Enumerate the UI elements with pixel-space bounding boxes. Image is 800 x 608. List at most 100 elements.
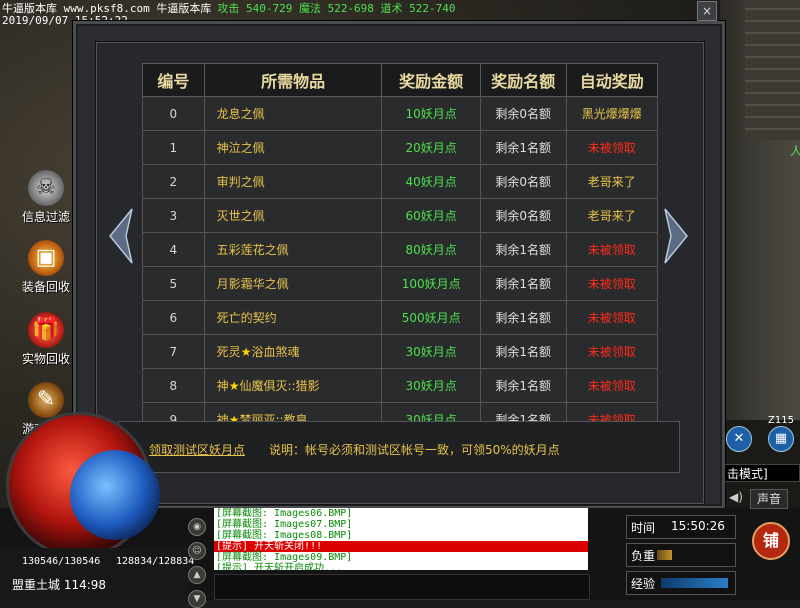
- chevron-left-icon: [109, 208, 133, 264]
- time-box: 时间 15:50:26: [626, 515, 736, 539]
- star-icon: ★: [240, 345, 252, 359]
- time-label: 时间: [631, 521, 656, 535]
- row-amount: 80妖月点: [381, 232, 481, 267]
- weight-bar: [657, 550, 672, 560]
- side-button-item-recycle[interactable]: 🎁 实物回收: [12, 312, 80, 367]
- row-item: 五彩莲花之佩: [203, 232, 383, 267]
- row-amount: 10妖月点: [381, 96, 481, 131]
- row-quota: 剩余1名额: [479, 130, 567, 165]
- header-item: 所需物品: [203, 63, 383, 97]
- dialog-footer: 领取测试区妖月点 说明：帐号必须和测试区帐号一致，可领50%的妖月点: [118, 421, 680, 473]
- row-quota: 剩余1名额: [479, 368, 567, 403]
- row-quota: 剩余1名额: [479, 334, 567, 369]
- table-row: 6 死亡的契约 500妖月点 剩余1名额 未被领取: [142, 300, 659, 335]
- chat-line: [提示] 开天斩关闭!!!: [214, 541, 588, 552]
- skill-shield-button[interactable]: ▦: [768, 426, 794, 452]
- row-amount: 500妖月点: [381, 300, 481, 335]
- side-button-equip-recycle[interactable]: ▣ 装备回收: [12, 240, 80, 295]
- mp-value: 128834/128834: [116, 556, 195, 567]
- npc-name-fragment: 人: [790, 144, 800, 158]
- row-amount: 30妖月点: [381, 368, 481, 403]
- row-id: 2: [142, 164, 205, 199]
- table-row: 7 死灵★浴血煞魂 30妖月点 剩余1名额 未被领取: [142, 334, 659, 369]
- table-row: 4 五彩莲花之佩 80妖月点 剩余1名额 未被领取: [142, 232, 659, 267]
- row-amount: 20妖月点: [381, 130, 481, 165]
- row-item: 审判之佩: [203, 164, 383, 199]
- game-scroll-icon: ✎: [28, 382, 64, 418]
- header-amount: 奖励金额: [381, 63, 481, 97]
- row-quota: 剩余0名额: [479, 198, 567, 233]
- side-button-info-filter[interactable]: ☠ 信息过滤: [12, 170, 80, 225]
- hp-value: 130546/130546: [22, 556, 101, 567]
- table-row: 1 神泣之佩 20妖月点 剩余1名额 未被领取: [142, 130, 659, 165]
- chat-scroll-down-icon[interactable]: ▼: [188, 590, 206, 608]
- exp-label: 经验: [631, 577, 656, 591]
- table-row: 3 灭世之佩 60妖月点 剩余0名额 老哥来了: [142, 198, 659, 233]
- chat-line: [屏幕截图: Images06.BMP]: [216, 508, 353, 519]
- table-row: 8 神★仙魔俱灭::猎影 30妖月点 剩余1名额 未被领取: [142, 368, 659, 403]
- close-button[interactable]: ×: [697, 1, 717, 21]
- table-row: 2 审判之佩 40妖月点 剩余0名额 老哥来了: [142, 164, 659, 199]
- row-id: 1: [142, 130, 205, 165]
- weight-box: 负重: [626, 543, 736, 567]
- attack-stats: 攻击 540-729 魔法 522-698 道术 522-740: [217, 2, 456, 15]
- row-id: 5: [142, 266, 205, 301]
- row-quota: 剩余1名额: [479, 232, 567, 267]
- row-id: 7: [142, 334, 205, 369]
- next-page-button[interactable]: [663, 207, 689, 265]
- row-item: 灭世之佩: [203, 198, 383, 233]
- row-quota: 剩余1名额: [479, 266, 567, 301]
- row-item: 神泣之佩: [203, 130, 383, 165]
- gift-box-icon: 🎁: [28, 312, 64, 348]
- row-quota: 剩余0名额: [479, 164, 567, 199]
- row-amount: 100妖月点: [381, 266, 481, 301]
- row-item: 龙息之佩: [203, 96, 383, 131]
- row-amount: 30妖月点: [381, 334, 481, 369]
- row-auto-reward: 未被领取: [565, 130, 659, 165]
- mp-orb: [70, 450, 160, 540]
- row-id: 4: [142, 232, 205, 267]
- treasure-chest-icon: ▣: [28, 240, 64, 276]
- chat-emote-icon[interactable]: ☺: [188, 542, 206, 560]
- row-item: 死亡的契约: [203, 300, 383, 335]
- time-value: 15:50:26: [671, 519, 725, 533]
- speaker-icon: ◀): [729, 490, 743, 504]
- row-auto-reward: 未被领取: [565, 334, 659, 369]
- zone-label: Z115: [768, 415, 794, 426]
- header-id: 编号: [142, 63, 205, 97]
- header-auto: 自动奖励: [565, 63, 659, 97]
- row-item: 月影霜华之佩: [203, 266, 383, 301]
- skill-x-button[interactable]: ✕: [726, 426, 752, 452]
- row-auto-reward: 未被领取: [565, 266, 659, 301]
- row-quota: 剩余1名额: [479, 300, 567, 335]
- chat-line: [提示] 开天斩开启成功...: [216, 563, 343, 570]
- table-row: 5 月影霜华之佩 100妖月点 剩余1名额 未被领取: [142, 266, 659, 301]
- exp-box: 经验: [626, 571, 736, 595]
- chat-channel-icon[interactable]: ◉: [188, 518, 206, 536]
- chat-line: [屏幕截图: Images08.BMP]: [216, 530, 353, 541]
- chat-input[interactable]: [214, 574, 590, 600]
- map-location: 盟重土城 114:98: [12, 578, 107, 592]
- row-amount: 60妖月点: [381, 198, 481, 233]
- claim-test-points-link[interactable]: 领取测试区妖月点: [149, 441, 245, 458]
- row-quota: 剩余0名额: [479, 96, 567, 131]
- attack-mode[interactable]: 击模式]: [724, 464, 800, 482]
- chat-scroll-up-icon[interactable]: ▲: [188, 566, 206, 584]
- reward-table-body: 0 龙息之佩 10妖月点 剩余0名额 黑光爆爆爆 1 神泣之佩 20妖月点 剩余1名额 未被领取 2…: [142, 96, 659, 437]
- skull-icon: ☠: [28, 170, 64, 206]
- star-icon: ★: [228, 379, 240, 393]
- shop-button[interactable]: 铺: [752, 522, 790, 560]
- row-auto-reward: 黑光爆爆爆: [565, 96, 659, 131]
- row-amount: 40妖月点: [381, 164, 481, 199]
- row-auto-reward: 未被领取: [565, 368, 659, 403]
- chat-line: [屏幕截图: Images09.BMP]: [216, 552, 353, 563]
- reward-table: 编号 所需物品 奖励金额 奖励名额 自动奖励 0 龙息之佩 10妖月点 剩余0名额 黑光…: [142, 63, 659, 437]
- chat-log: [屏幕截图: Images06.BMP] [屏幕截图: Images07.BMP]…: [214, 508, 588, 570]
- prev-page-button[interactable]: [108, 207, 134, 265]
- row-auto-reward: 老哥来了: [565, 198, 659, 233]
- claim-note: 说明：帐号必须和测试区帐号一致，可领50%的妖月点: [269, 443, 560, 457]
- row-auto-reward: 未被领取: [565, 300, 659, 335]
- row-auto-reward: 未被领取: [565, 232, 659, 267]
- row-id: 8: [142, 368, 205, 403]
- sound-button[interactable]: 声音: [750, 489, 788, 509]
